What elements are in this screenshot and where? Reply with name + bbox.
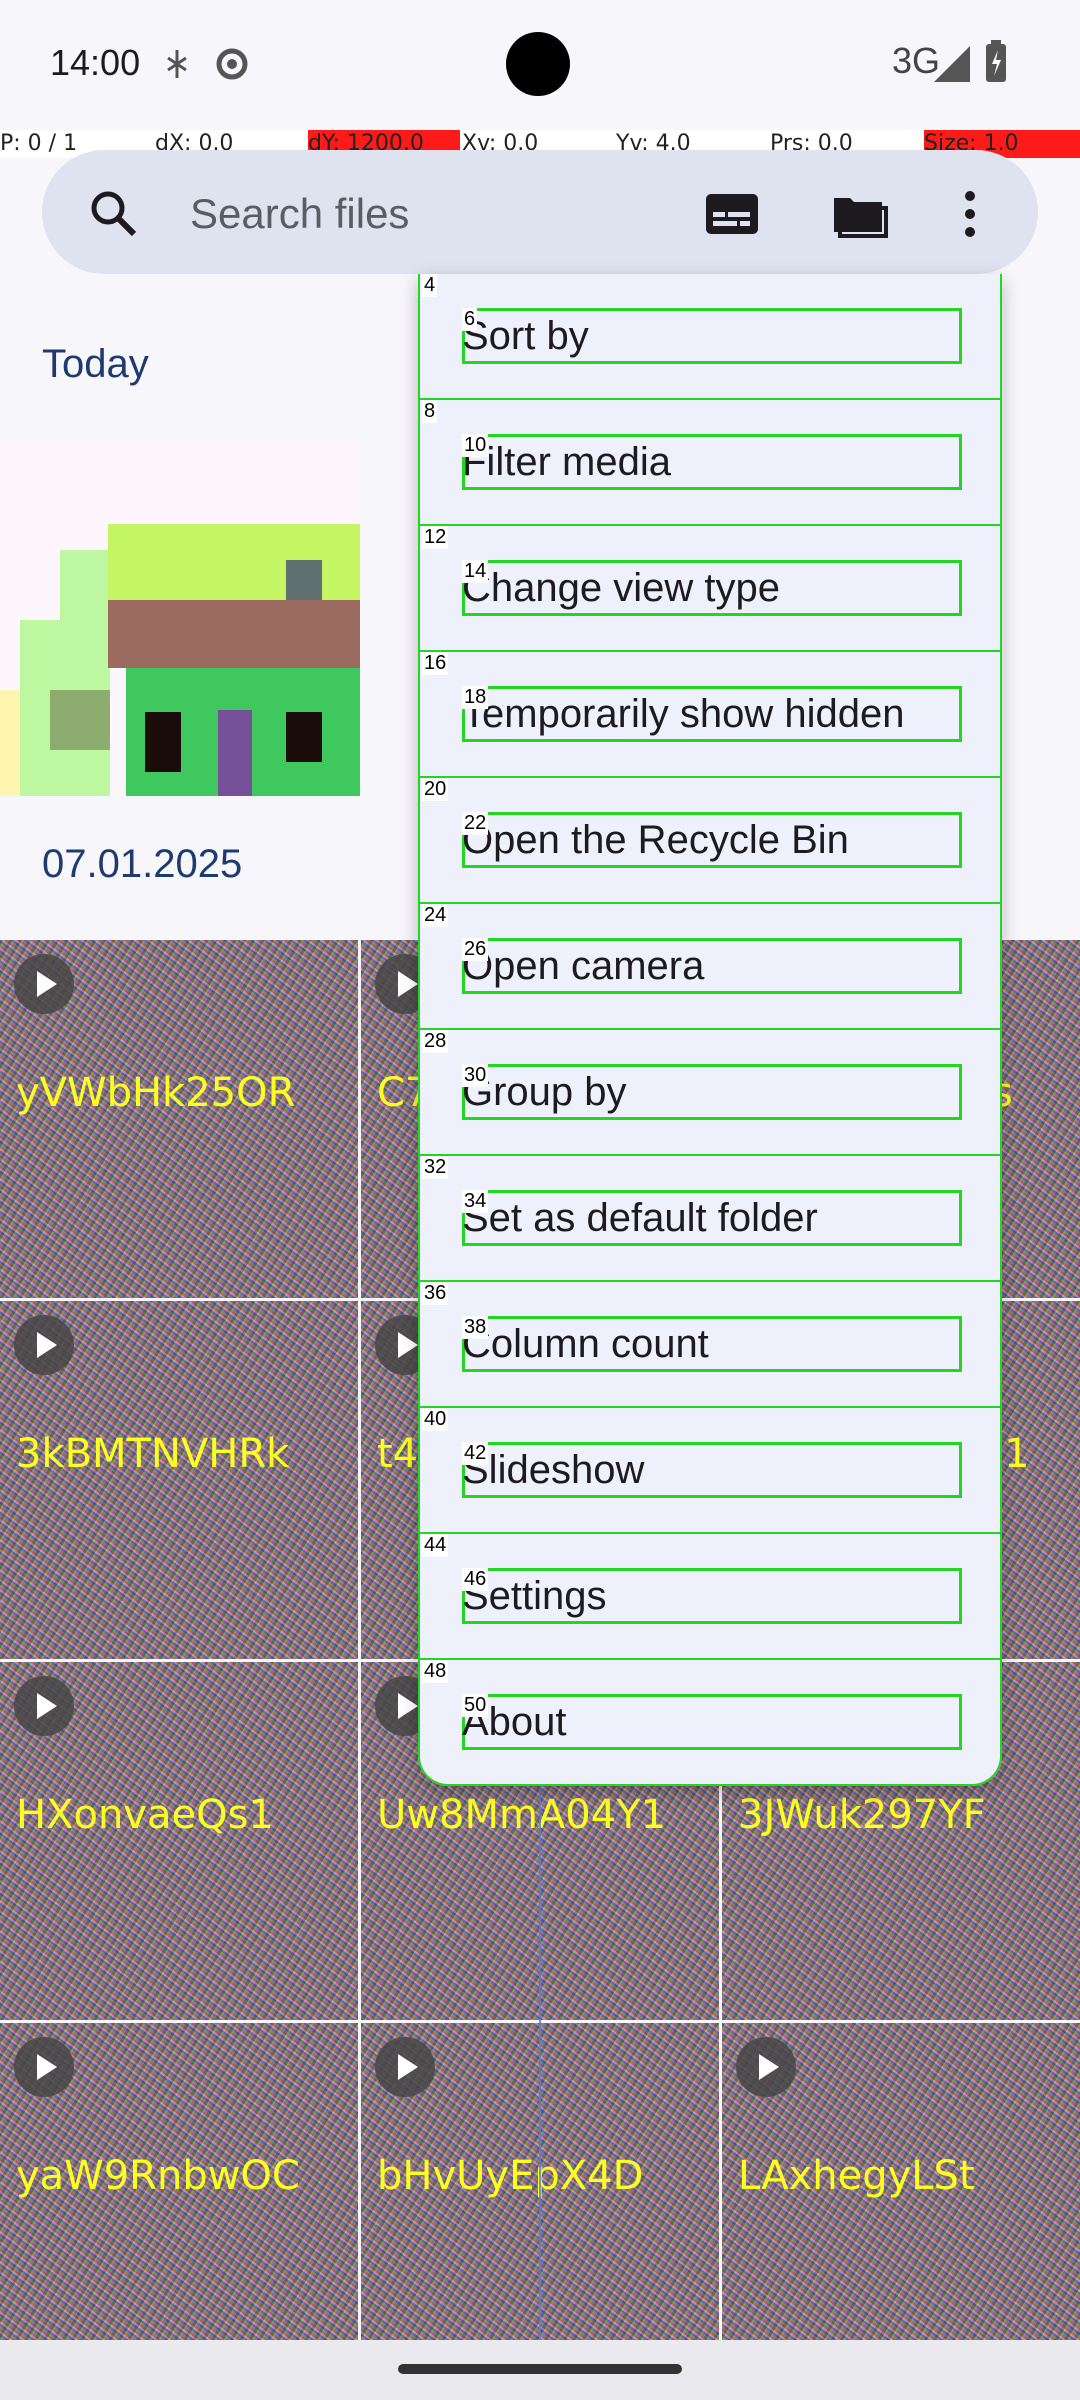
subtitles-icon[interactable] bbox=[698, 180, 766, 248]
pointer-count: P: 0 / 1 bbox=[0, 131, 78, 156]
media-tile[interactable]: yVWbHk25OR bbox=[0, 940, 358, 1298]
menu-item-default-folder[interactable]: 32 Set as default folder 34 bbox=[418, 1156, 1002, 1282]
tile-label: 1 bbox=[1004, 1431, 1030, 1477]
menu-item-sort-by[interactable]: 4 Sort by 6 bbox=[418, 274, 1002, 400]
menu-item-filter-media[interactable]: 8 Filter media 10 bbox=[418, 400, 1002, 526]
menu-index: 28 bbox=[422, 1030, 449, 1053]
menu-item-about[interactable]: 48 About 50 bbox=[418, 1660, 1002, 1786]
menu-index: 10 bbox=[462, 434, 489, 457]
tile-label: LAxhegyLSt bbox=[738, 2153, 975, 2199]
battery-icon bbox=[984, 40, 1008, 89]
menu-index: 8 bbox=[422, 400, 438, 423]
menu-index: 18 bbox=[462, 686, 489, 709]
menu-index: 48 bbox=[422, 1660, 449, 1683]
play-icon bbox=[375, 2037, 435, 2097]
menu-index: 46 bbox=[462, 1568, 489, 1591]
menu-index: 4 bbox=[422, 274, 438, 297]
tile-label: HXonvaeQs1 bbox=[16, 1792, 274, 1838]
play-icon bbox=[736, 2037, 796, 2097]
menu-item-column-count[interactable]: 36 Column count 38 bbox=[418, 1282, 1002, 1408]
tile-label: yaW9RnbwOC bbox=[16, 2153, 300, 2199]
menu-index: 44 bbox=[422, 1534, 449, 1557]
play-icon bbox=[14, 1315, 74, 1375]
menu-index: 6 bbox=[462, 308, 478, 331]
menu-item-slideshow[interactable]: 40 Slideshow 42 bbox=[418, 1408, 1002, 1534]
menu-item-label: Sort by bbox=[462, 314, 589, 358]
menu-index: 50 bbox=[462, 1694, 489, 1717]
menu-item-open-camera[interactable]: 24 Open camera 26 bbox=[418, 904, 1002, 1030]
menu-item-label: Set as default folder bbox=[462, 1196, 818, 1240]
menu-index: 12 bbox=[422, 526, 449, 549]
tile-label: yVWbHk25OR bbox=[16, 1070, 296, 1116]
tile-label: 3JWuk297YF bbox=[738, 1792, 986, 1838]
search-icon[interactable] bbox=[88, 188, 138, 238]
menu-item-show-hidden[interactable]: 16 Temporarily show hidden 18 bbox=[418, 652, 1002, 778]
section-date: 07.01.2025 bbox=[42, 842, 243, 886]
menu-index: 24 bbox=[422, 904, 449, 927]
menu-item-label: Slideshow bbox=[462, 1448, 645, 1492]
menu-item-label: Open camera bbox=[462, 944, 705, 988]
settings-gear-icon bbox=[212, 44, 252, 89]
tile-label: t4 bbox=[377, 1431, 419, 1477]
menu-index: 14 bbox=[462, 560, 489, 583]
tile-label: Uw8MmA04Y1 bbox=[377, 1792, 667, 1838]
menu-index: 38 bbox=[462, 1316, 489, 1339]
media-tile[interactable]: HXonvaeQs1 bbox=[0, 1662, 358, 2020]
play-icon bbox=[14, 2037, 74, 2097]
media-thumbnail[interactable] bbox=[0, 440, 360, 796]
menu-item-settings[interactable]: 44 Settings 46 bbox=[418, 1534, 1002, 1660]
media-tile[interactable]: LAxhegyLSt bbox=[722, 2023, 1080, 2381]
menu-index: 42 bbox=[462, 1442, 489, 1465]
media-tile[interactable]: yaW9RnbwOC bbox=[0, 2023, 358, 2381]
menu-index: 22 bbox=[462, 812, 489, 835]
folder-icon[interactable] bbox=[824, 180, 892, 248]
menu-index: 40 bbox=[422, 1408, 449, 1431]
menu-item-label: Temporarily show hidden bbox=[462, 692, 905, 736]
menu-item-label: Change view type bbox=[462, 566, 780, 610]
menu-item-label: Filter media bbox=[462, 440, 671, 484]
menu-index: 32 bbox=[422, 1156, 449, 1179]
gesture-handle[interactable] bbox=[398, 2364, 682, 2374]
menu-item-label: Open the Recycle Bin bbox=[462, 818, 849, 862]
menu-index: 36 bbox=[422, 1282, 449, 1305]
menu-index: 30 bbox=[462, 1064, 489, 1087]
menu-item-recycle-bin[interactable]: 20 Open the Recycle Bin 22 bbox=[418, 778, 1002, 904]
menu-index: 16 bbox=[422, 652, 449, 675]
section-today: Today bbox=[42, 342, 149, 386]
menu-item-change-view-type[interactable]: 12 Change view type 14 bbox=[418, 526, 1002, 652]
menu-item-group-by[interactable]: 28 Group by 30 bbox=[418, 1030, 1002, 1156]
play-icon bbox=[14, 1676, 74, 1736]
tile-label: bHvUyEpX4D bbox=[377, 2153, 644, 2199]
more-options-icon[interactable] bbox=[936, 180, 1004, 248]
signal-icon bbox=[932, 44, 972, 89]
camera-cutout bbox=[506, 32, 570, 96]
media-tile[interactable]: 3kBMTNVHRk bbox=[0, 1301, 358, 1659]
menu-index: 26 bbox=[462, 938, 489, 961]
menu-index: 34 bbox=[462, 1190, 489, 1213]
play-icon bbox=[14, 954, 74, 1014]
tile-label: 3kBMTNVHRk bbox=[16, 1431, 290, 1477]
menu-index: 20 bbox=[422, 778, 449, 801]
status-time: 14:00 bbox=[50, 42, 141, 83]
debug-icon bbox=[164, 48, 190, 85]
search-input[interactable] bbox=[188, 180, 672, 248]
menu-item-label: Column count bbox=[462, 1322, 709, 1366]
overflow-menu: 4 Sort by 6 8 Filter media 10 12 Change … bbox=[418, 274, 1002, 1786]
